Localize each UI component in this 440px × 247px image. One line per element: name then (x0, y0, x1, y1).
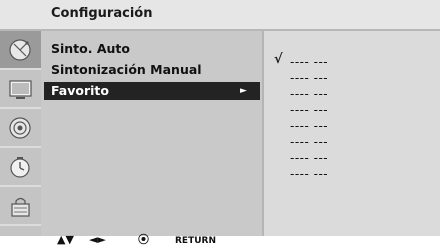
control-hints: ▲▼ ◄► ⦿ RETURN (0, 233, 440, 247)
favorite-slot[interactable]: ---- --- (290, 151, 328, 165)
category-sidebar (0, 31, 41, 236)
favorite-slot[interactable]: ---- --- (290, 167, 328, 181)
monitor-icon[interactable] (0, 70, 41, 109)
up-down-arrows-icon: ▲▼ (57, 233, 74, 246)
clock-icon[interactable] (0, 148, 41, 187)
checkmark-icon: √ (274, 52, 283, 67)
menu-item-label: Favorito (51, 83, 109, 98)
satellite-dish-icon[interactable] (0, 31, 41, 70)
menu-title: Configuración (51, 6, 153, 21)
left-right-arrows-icon: ◄► (89, 233, 106, 246)
ok-button-icon: ⦿ (138, 233, 149, 246)
favorite-slot[interactable]: ---- --- (290, 87, 328, 101)
favorite-slot[interactable]: ---- --- (290, 135, 328, 149)
settings-menu: Sinto. Auto Sintonización Manual Favorit… (41, 31, 262, 236)
favorite-slot[interactable]: ---- --- (290, 55, 328, 69)
favorite-slot[interactable]: ---- --- (290, 103, 328, 117)
favorites-panel: √ ---- --- ---- --- ---- --- ---- --- --… (262, 31, 440, 236)
menu-item-manual-tuning[interactable]: Sintonización Manual (51, 61, 202, 79)
menu-item-favorites[interactable]: Favorito ► (44, 82, 260, 100)
tv-osd-menu: Configuración Sinto. Auto Sintonización … (0, 0, 440, 236)
title-bar: Configuración (0, 0, 440, 31)
menu-item-label: Sinto. Auto (51, 41, 130, 56)
favorite-slot[interactable]: ---- --- (290, 71, 328, 85)
submenu-arrow-icon: ► (240, 86, 247, 96)
speaker-icon[interactable] (0, 109, 41, 148)
favorite-slot[interactable]: ---- --- (290, 119, 328, 133)
menu-item-auto-tuning[interactable]: Sinto. Auto (51, 40, 130, 58)
menu-item-label: Sintonización Manual (51, 62, 202, 77)
lock-icon[interactable] (0, 187, 41, 226)
return-hint: RETURN (175, 236, 216, 246)
